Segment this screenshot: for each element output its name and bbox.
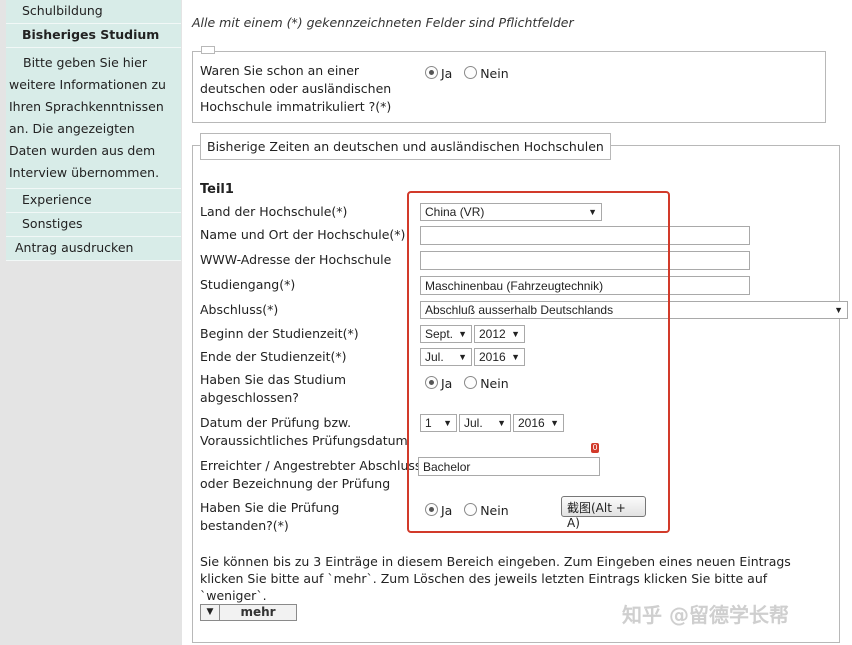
degree-label: Abschluss(*) bbox=[200, 302, 279, 317]
sidebar-item-sonstiges[interactable]: Sonstiges bbox=[6, 213, 181, 237]
achieved-label: Erreichter / Angestrebter Abschluss oder… bbox=[200, 458, 422, 491]
end-label: Ende der Studienzeit(*) bbox=[200, 349, 347, 364]
sidebar-nav: Schulbildung Bisheriges Studium Bitte ge… bbox=[6, 0, 181, 261]
start-label: Beginn der Studienzeit(*) bbox=[200, 326, 359, 341]
enrolled-no-radio[interactable] bbox=[464, 66, 478, 79]
passed-label: Haben Sie die Prüfung bestanden?(*) bbox=[200, 500, 340, 533]
enrolled-yes-label: Ja bbox=[441, 66, 453, 81]
enrolled-no-label: Nein bbox=[480, 66, 509, 81]
sidebar-description-text: Bitte geben Sie hier weitere Information… bbox=[9, 55, 166, 180]
www-label: WWW-Adresse der Hochschule bbox=[200, 252, 392, 267]
sidebar-item-experience[interactable]: Experience bbox=[6, 189, 181, 213]
watermark: 知乎 @留德学长帮 bbox=[622, 603, 789, 627]
university-fieldset-legend: Bisherige Zeiten an deutschen und auslän… bbox=[200, 133, 611, 160]
sidebar: Schulbildung Bisheriges Studium Bitte ge… bbox=[0, 0, 182, 645]
enrolled-question-label: Waren Sie schon an einer deutschen oder … bbox=[200, 63, 392, 114]
part-title: Teil1 bbox=[200, 182, 234, 197]
exam-date-label: Datum der Prüfung bzw. Voraussichtliches… bbox=[200, 415, 408, 448]
enrolled-radio-group: Ja Nein bbox=[425, 66, 517, 81]
fieldset-legend-empty bbox=[201, 46, 215, 54]
sidebar-item-bisheriges-studium[interactable]: Bisheriges Studium bbox=[6, 24, 181, 48]
chevron-down-icon: ▼ bbox=[201, 605, 220, 620]
info-text: Sie können bis zu 3 Einträge in diesem B… bbox=[200, 554, 791, 603]
sidebar-description: Bitte geben Sie hier weitere Information… bbox=[6, 48, 181, 189]
required-note: Alle mit einem (*) gekennzeichneten Feld… bbox=[192, 15, 574, 30]
course-label: Studiengang(*) bbox=[200, 277, 296, 292]
sidebar-item-schulbildung[interactable]: Schulbildung bbox=[6, 0, 181, 24]
completed-label: Haben Sie das Studium abgeschlossen? bbox=[200, 372, 346, 405]
main-content: Alle mit einem (*) gekennzeichneten Feld… bbox=[182, 0, 852, 645]
more-button[interactable]: ▼ mehr bbox=[200, 604, 297, 621]
more-button-label: mehr bbox=[240, 605, 276, 619]
country-label: Land der Hochschule(*) bbox=[200, 204, 348, 219]
enrolled-yes-radio[interactable] bbox=[425, 66, 438, 79]
sidebar-item-print[interactable]: Antrag ausdrucken bbox=[6, 237, 181, 261]
chevron-down-icon: ▼ bbox=[834, 305, 843, 315]
name-label: Name und Ort der Hochschule(*) bbox=[200, 227, 406, 242]
highlight-box bbox=[407, 191, 670, 533]
